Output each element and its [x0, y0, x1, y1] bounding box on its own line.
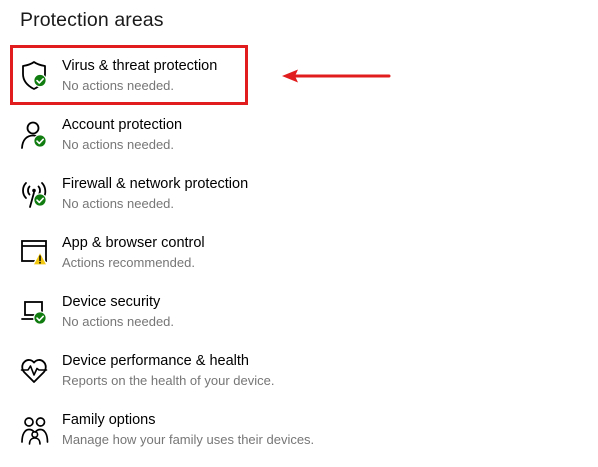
antenna-icon — [18, 177, 52, 211]
area-title: Family options — [62, 412, 156, 428]
heart-pulse-icon — [18, 354, 52, 388]
browser-window-icon — [18, 236, 52, 270]
area-status: Actions recommended. — [62, 255, 195, 270]
area-title: App & browser control — [62, 235, 205, 251]
area-item-device-performance-health[interactable]: Device performance & health Reports on t… — [18, 353, 348, 397]
person-icon — [18, 118, 52, 152]
area-status: No actions needed. — [62, 314, 175, 329]
area-title: Account protection — [62, 117, 183, 133]
area-item-virus-threat-protection[interactable]: Virus & threat protection No actions nee… — [18, 58, 348, 102]
area-status: Manage how your family uses their device… — [62, 432, 315, 447]
area-item-device-security[interactable]: Device security No actions needed. — [18, 294, 348, 338]
area-item-family-options[interactable]: Family options Manage how your family us… — [18, 412, 348, 456]
area-status: No actions needed. — [62, 196, 175, 211]
area-title: Device performance & health — [62, 353, 249, 369]
family-icon — [18, 413, 52, 447]
area-status: Reports on the health of your device. — [62, 373, 275, 388]
shield-icon — [18, 59, 52, 93]
area-title: Firewall & network protection — [62, 176, 249, 192]
area-status: No actions needed. — [62, 137, 175, 152]
area-title: Device security — [62, 294, 161, 310]
area-item-account-protection[interactable]: Account protection No actions needed. — [18, 117, 348, 161]
protection-areas-list: Virus & threat protection No actions nee… — [0, 0, 598, 467]
area-item-firewall-network-protection[interactable]: Firewall & network protection No actions… — [18, 176, 348, 220]
area-status: No actions needed. — [62, 78, 175, 93]
area-title: Virus & threat protection — [62, 58, 218, 74]
area-item-app-browser-control[interactable]: App & browser control Actions recommende… — [18, 235, 348, 279]
laptop-icon — [18, 295, 52, 329]
